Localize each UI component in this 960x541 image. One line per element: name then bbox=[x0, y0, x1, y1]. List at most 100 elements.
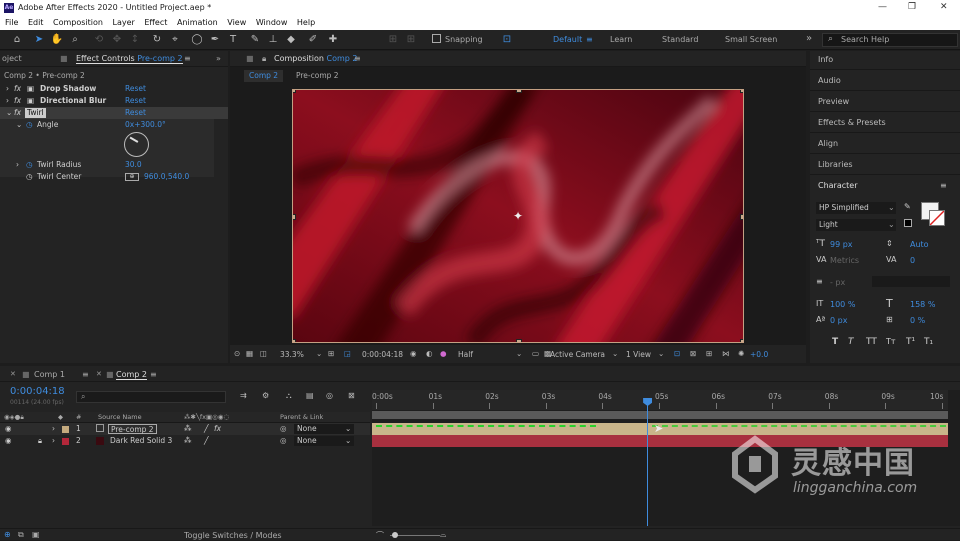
shy-switch-icon[interactable]: ⁂ bbox=[184, 435, 192, 447]
reset-link[interactable]: Reset bbox=[125, 83, 146, 95]
views-dropdown[interactable]: 1 View bbox=[626, 350, 651, 359]
minimize-icon[interactable]: — bbox=[878, 2, 887, 12]
fx-icon[interactable]: fx bbox=[14, 95, 21, 107]
effect-row-directional-blur[interactable]: › fx ▣ Directional Blur Reset bbox=[0, 95, 228, 107]
workspace-menu-icon[interactable]: ≡ bbox=[586, 35, 593, 44]
tab-menu-icon[interactable]: ≡ bbox=[150, 370, 157, 379]
chevron-down-icon[interactable]: ⌄ bbox=[658, 349, 664, 358]
leading-value[interactable]: Auto bbox=[910, 240, 929, 249]
faux-italic-icon[interactable]: T bbox=[848, 337, 854, 347]
toggle-pixel-icon[interactable]: ⊡ bbox=[674, 349, 680, 358]
workspace-learn[interactable]: Learn bbox=[610, 35, 632, 44]
layer-name[interactable]: Dark Red Solid 3 bbox=[110, 435, 172, 447]
workspace-standard[interactable]: Standard bbox=[662, 35, 698, 44]
hand-tool-icon[interactable]: ✋ bbox=[50, 33, 64, 47]
subtab-comp-2[interactable]: Comp 2 bbox=[244, 70, 284, 82]
tsume-value[interactable]: 0 % bbox=[910, 316, 925, 325]
transform-handle[interactable] bbox=[293, 339, 296, 342]
chevron-right-icon[interactable]: › bbox=[16, 159, 19, 171]
chevron-down-icon[interactable]: ⌄ bbox=[888, 220, 895, 229]
twirl-radius-value[interactable]: 30.0 bbox=[125, 159, 142, 171]
transform-handle[interactable] bbox=[516, 339, 522, 342]
panel-align[interactable]: Align bbox=[818, 139, 838, 148]
label-color-swatch[interactable] bbox=[62, 426, 69, 433]
puppet-pin-icon[interactable]: ✚ bbox=[326, 33, 340, 47]
stopwatch-icon[interactable]: ◷ bbox=[26, 159, 33, 171]
show-snapshot-icon[interactable]: ◐ bbox=[426, 349, 433, 358]
tab-comp-1[interactable]: Comp 1 bbox=[34, 370, 65, 379]
tab-effect-controls[interactable]: Effect Controls Pre-comp 2 bbox=[76, 54, 183, 64]
reset-link[interactable]: Reset bbox=[125, 107, 146, 119]
orbit-tool-icon[interactable]: ⟲ bbox=[92, 33, 106, 47]
timeline-timecode[interactable]: 0:00:04:18 bbox=[10, 386, 65, 397]
flowchart-icon[interactable]: ⋈ bbox=[722, 349, 730, 358]
workspace-default[interactable]: Default bbox=[553, 35, 582, 44]
brush-tool-icon[interactable]: ✎ bbox=[248, 33, 262, 47]
font-style-dropdown[interactable]: Light bbox=[816, 219, 896, 231]
parent-header[interactable]: Parent & Link bbox=[280, 413, 323, 421]
stroke-style-dropdown[interactable] bbox=[872, 276, 950, 287]
effect-row-twirl[interactable]: ⌄ fx Twirl Reset bbox=[0, 107, 228, 119]
lock-icon[interactable]: 🔒︎ bbox=[38, 435, 42, 447]
font-family-dropdown[interactable]: HP Simplified bbox=[816, 202, 896, 214]
menu-file[interactable]: File bbox=[0, 16, 18, 27]
fit-icon[interactable]: ⊞ bbox=[328, 349, 334, 358]
time-stretch-icon[interactable]: ▣ bbox=[32, 530, 40, 539]
layer-row[interactable]: ◉ 🔒︎ › 2 Dark Red Solid 3 ⁂ ╱ ◎ None ⌄ bbox=[0, 435, 370, 447]
pickwhip-icon[interactable]: ◎ bbox=[280, 435, 287, 447]
effect-name-selected[interactable]: Twirl bbox=[25, 108, 46, 118]
composition-viewer[interactable]: ✦ bbox=[292, 89, 744, 343]
motion-blur-icon[interactable]: ◎ bbox=[326, 391, 333, 400]
time-ruler[interactable]: 0:00s 01s 02s 03s 04s 05s 06s 07s 08s 09s 10s bbox=[372, 390, 948, 410]
anchor-point-icon[interactable]: ✦ bbox=[513, 209, 523, 223]
exposure-icon[interactable]: ✺ bbox=[738, 349, 744, 358]
eraser-tool-icon[interactable]: ◆ bbox=[284, 33, 298, 47]
rotation-tool-icon[interactable]: ↻ bbox=[150, 33, 164, 47]
reset-link[interactable]: Reset bbox=[125, 95, 146, 107]
menu-layer[interactable]: Layer bbox=[108, 16, 135, 27]
panel-menu-icon[interactable]: ≡ bbox=[940, 181, 947, 190]
draft-3d-icon[interactable]: ⚙ bbox=[262, 391, 269, 400]
shy-layers-icon[interactable]: ⛬ bbox=[286, 391, 292, 401]
local-axis-icon[interactable]: ⊞ bbox=[386, 33, 400, 47]
snapshot-icon[interactable]: ◉ bbox=[410, 349, 417, 358]
close-icon[interactable]: ✕ bbox=[96, 370, 102, 378]
kerning-value[interactable]: Metrics bbox=[830, 256, 859, 265]
zoom-slider-knob[interactable] bbox=[392, 532, 398, 538]
layer-name[interactable]: Pre-comp 2 bbox=[108, 424, 157, 434]
transform-handle[interactable] bbox=[740, 214, 743, 220]
crosshair-icon[interactable]: ⊕ bbox=[125, 173, 139, 181]
twirl-center-value[interactable]: 960.0,540.0 bbox=[144, 171, 189, 183]
panel-audio[interactable]: Audio bbox=[818, 76, 841, 85]
zoom-in-icon[interactable]: ⌓ bbox=[440, 530, 446, 540]
transform-handle[interactable] bbox=[740, 90, 743, 93]
camera-dropdown[interactable]: Active Camera bbox=[550, 350, 605, 359]
baseline-shift-value[interactable]: 0 px bbox=[830, 316, 847, 325]
workspace-small-screen[interactable]: Small Screen bbox=[725, 35, 777, 44]
menu-help[interactable]: Help bbox=[292, 16, 315, 27]
resolution-dropdown[interactable]: Half bbox=[458, 350, 473, 359]
panel-menu-icon[interactable]: ■ bbox=[22, 370, 30, 379]
chevron-right-icon[interactable]: › bbox=[6, 83, 9, 95]
chevron-down-icon[interactable]: ⌄ bbox=[516, 349, 522, 358]
layer-switches-icon[interactable]: ⊕ bbox=[4, 530, 11, 539]
layer-row[interactable]: ◉ › 1 Pre-comp 2 ⁂ ╱ fx ◎ None ⌄ bbox=[0, 423, 370, 435]
frame-blending-icon[interactable]: ▤ bbox=[306, 391, 314, 400]
anchor-tool-icon[interactable]: ⌖ bbox=[168, 33, 182, 47]
all-caps-icon[interactable]: TT bbox=[866, 337, 877, 347]
menu-window[interactable]: Window bbox=[251, 16, 288, 27]
quality-switch-icon[interactable]: ╱ bbox=[204, 423, 209, 435]
mask-icon[interactable]: ◫ bbox=[260, 349, 267, 358]
exposure-value[interactable]: +0.0 bbox=[750, 350, 768, 359]
tab-menu-icon[interactable]: ≡ bbox=[82, 370, 89, 379]
stopwatch-icon[interactable]: ◷ bbox=[26, 171, 33, 183]
world-axis-icon[interactable]: ⊞ bbox=[404, 33, 418, 47]
eye-icon[interactable]: ◉ bbox=[5, 435, 12, 447]
zoom-dropdown[interactable]: 33.3% bbox=[280, 350, 304, 359]
menu-effect[interactable]: Effect bbox=[139, 16, 167, 27]
chevron-down-icon[interactable]: ⌄ bbox=[612, 349, 618, 358]
zoom-out-icon[interactable]: ⌒ bbox=[376, 530, 384, 541]
faux-bold-icon[interactable]: T bbox=[832, 337, 838, 347]
comp-mini-flowchart-icon[interactable]: ⇉ bbox=[240, 391, 247, 400]
snap-options-icon[interactable]: ⊡ bbox=[500, 33, 514, 47]
